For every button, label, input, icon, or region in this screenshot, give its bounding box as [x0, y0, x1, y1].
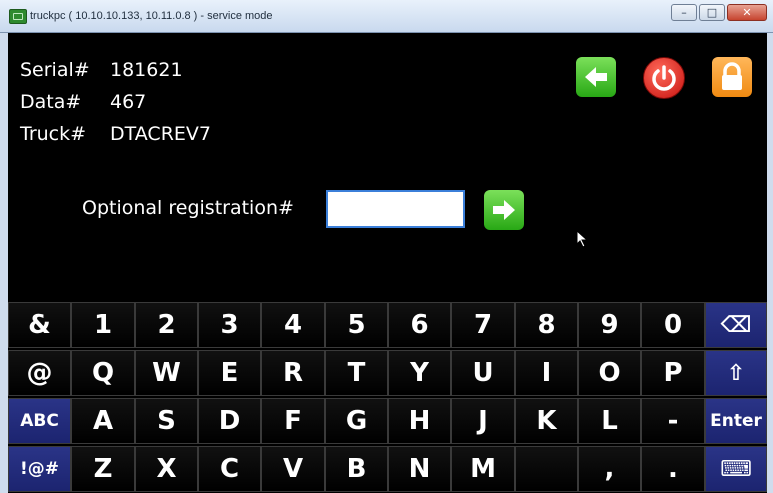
serial-row: Serial# 181621 — [20, 54, 211, 86]
truck-row: Truck# DTACREV7 — [20, 118, 211, 150]
app-icon — [9, 9, 27, 24]
arrow-right-icon — [493, 200, 515, 220]
key-f[interactable]: F — [261, 398, 325, 444]
key-y[interactable]: Y — [388, 350, 451, 396]
window-title: truckpc ( 10.10.10.133, 10.11.0.8 ) - se… — [30, 10, 273, 22]
key-shift[interactable]: ⇧ — [705, 350, 767, 396]
key-dash[interactable]: - — [641, 398, 705, 444]
key-x[interactable]: X — [135, 446, 198, 492]
power-button[interactable] — [643, 57, 685, 99]
key-4[interactable]: 4 — [261, 302, 325, 348]
key-9[interactable]: 9 — [578, 302, 641, 348]
key-enter[interactable]: Enter — [705, 398, 767, 444]
key-c[interactable]: C — [198, 446, 261, 492]
registration-label: Optional registration# — [82, 197, 294, 219]
data-row: Data# 467 — [20, 86, 211, 118]
truck-label: Truck# — [20, 123, 87, 145]
key-e[interactable]: E — [198, 350, 261, 396]
submit-registration-button[interactable] — [484, 190, 524, 230]
close-button[interactable]: ✕ — [727, 4, 767, 21]
key-w[interactable]: W — [135, 350, 198, 396]
key-a[interactable]: A — [71, 398, 135, 444]
window-frame-left — [0, 33, 8, 493]
key-q[interactable]: Q — [71, 350, 135, 396]
power-icon — [652, 65, 676, 91]
key-0[interactable]: 0 — [641, 302, 705, 348]
window-titlebar: truckpc ( 10.10.10.133, 10.11.0.8 ) - se… — [0, 0, 773, 33]
key-6[interactable]: 6 — [388, 302, 451, 348]
window-frame-right — [767, 33, 773, 493]
key-5[interactable]: 5 — [325, 302, 388, 348]
truck-info: Serial# 181621 Data# 467 Truck# DTACREV7 — [20, 54, 211, 150]
key-3[interactable]: 3 — [198, 302, 261, 348]
key-n[interactable]: N — [388, 446, 451, 492]
back-button[interactable] — [576, 57, 616, 97]
key-m[interactable]: M — [451, 446, 515, 492]
registration-input[interactable] — [326, 190, 465, 228]
key-abc[interactable]: ABC — [8, 398, 71, 444]
backspace-icon: ⌫ — [720, 312, 752, 338]
key-u[interactable]: U — [451, 350, 515, 396]
key-v[interactable]: V — [261, 446, 325, 492]
data-label: Data# — [20, 91, 82, 113]
key-comma[interactable]: , — [578, 446, 641, 492]
maximize-button[interactable]: □ — [699, 4, 725, 21]
key-t[interactable]: T — [325, 350, 388, 396]
serial-value: 181621 — [110, 59, 183, 81]
minimize-button[interactable]: – — [671, 4, 697, 21]
key-i[interactable]: I — [515, 350, 578, 396]
key-o[interactable]: O — [578, 350, 641, 396]
key-8[interactable]: 8 — [515, 302, 578, 348]
key-space[interactable] — [515, 446, 578, 492]
data-value: 467 — [110, 91, 147, 113]
key-h[interactable]: H — [388, 398, 451, 444]
key-g[interactable]: G — [325, 398, 388, 444]
key-j[interactable]: J — [451, 398, 515, 444]
key-s[interactable]: S — [135, 398, 198, 444]
key-period[interactable]: . — [641, 446, 705, 492]
arrow-left-icon — [585, 67, 607, 87]
serial-label: Serial# — [20, 59, 90, 81]
key-d[interactable]: D — [198, 398, 261, 444]
lock-button[interactable] — [712, 57, 752, 97]
key-2[interactable]: 2 — [135, 302, 198, 348]
truck-value: DTACREV7 — [110, 123, 211, 145]
key-r[interactable]: R — [261, 350, 325, 396]
key-7[interactable]: 7 — [451, 302, 515, 348]
key-l[interactable]: L — [578, 398, 641, 444]
keyboard-icon: ⌨ — [720, 456, 752, 482]
key-backspace[interactable]: ⌫ — [705, 302, 767, 348]
key-z[interactable]: Z — [71, 446, 135, 492]
shift-icon: ⇧ — [726, 360, 746, 386]
key-1[interactable]: 1 — [71, 302, 135, 348]
key-ampersand[interactable]: & — [8, 302, 71, 348]
on-screen-keyboard: & 1 2 3 4 5 6 7 8 9 0 ⌫ @ Q W E R T Y U … — [8, 302, 767, 493]
key-symbols[interactable]: !@# — [8, 446, 71, 492]
key-k[interactable]: K — [515, 398, 578, 444]
window-controls: – □ ✕ — [671, 4, 767, 21]
mouse-cursor-icon — [576, 230, 589, 248]
key-hide-keyboard[interactable]: ⌨ — [705, 446, 767, 492]
key-b[interactable]: B — [325, 446, 388, 492]
lock-icon — [722, 62, 742, 90]
key-at[interactable]: @ — [8, 350, 71, 396]
key-p[interactable]: P — [641, 350, 705, 396]
